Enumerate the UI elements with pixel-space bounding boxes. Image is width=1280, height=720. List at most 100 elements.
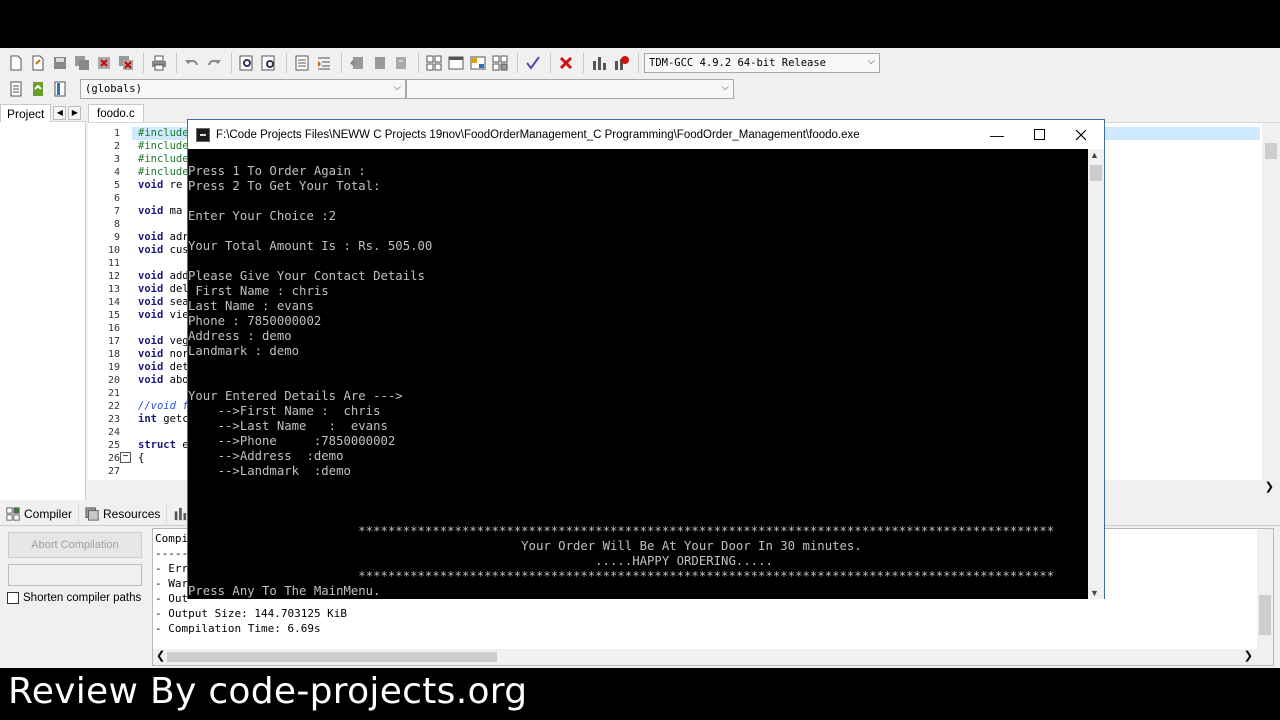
line-number: 27 bbox=[107, 466, 120, 477]
watermark-caption: Review By code-projects.org bbox=[8, 671, 528, 712]
log-line: - Output Size: 144.703125 KiB bbox=[155, 607, 348, 620]
insert-icon[interactable] bbox=[6, 79, 26, 99]
tab-scroll-left-icon[interactable]: ◀ bbox=[53, 105, 67, 120]
redo-icon[interactable] bbox=[204, 53, 224, 73]
members-select[interactable]: ⌵ bbox=[406, 79, 734, 99]
find-icon[interactable] bbox=[237, 53, 257, 73]
save-all-icon[interactable] bbox=[72, 53, 92, 73]
abort-compilation-button[interactable]: Abort Compilation bbox=[8, 532, 142, 558]
scroll-up-icon[interactable]: ▲ bbox=[1090, 150, 1099, 160]
compiler-select[interactable]: TDM-GCC 4.9.2 64-bit Release ⌵ bbox=[644, 53, 880, 73]
close-all-icon[interactable] bbox=[116, 53, 136, 73]
console-title-bar[interactable]: F:\Code Projects Files\NEWW C Projects 1… bbox=[188, 120, 1104, 149]
project-panel[interactable] bbox=[0, 122, 86, 500]
minimize-icon[interactable]: — bbox=[976, 120, 1018, 149]
tab-scroll-right-icon[interactable]: ▶ bbox=[68, 105, 82, 120]
goto-line-icon[interactable] bbox=[292, 53, 312, 73]
bookmark-next-icon[interactable] bbox=[369, 53, 389, 73]
console-line: Enter Your Choice :2 bbox=[188, 209, 337, 223]
scroll-thumb[interactable] bbox=[1259, 595, 1271, 635]
console-vertical-scrollbar[interactable]: ▲ ▼ bbox=[1088, 149, 1104, 599]
code-line: #include bbox=[138, 166, 189, 178]
console-line: ****************************************… bbox=[188, 524, 1055, 538]
code-line: #include bbox=[138, 153, 189, 165]
globals-select[interactable]: (globals) ⌵ bbox=[80, 79, 406, 99]
bookmark-prev-icon[interactable] bbox=[347, 53, 367, 73]
undo-icon[interactable] bbox=[182, 53, 202, 73]
goto-bookmark-icon[interactable] bbox=[50, 79, 70, 99]
scroll-left-icon[interactable]: ❮ bbox=[156, 649, 165, 662]
line-number: 14 bbox=[107, 297, 120, 308]
replace-icon[interactable] bbox=[259, 53, 279, 73]
line-number: 18 bbox=[107, 349, 120, 360]
tab-resources[interactable]: Resources bbox=[79, 502, 168, 525]
toolbar-separator bbox=[341, 53, 342, 73]
console-line: Last Name : evans bbox=[188, 299, 314, 313]
toolbar-separator bbox=[231, 53, 232, 73]
tab-file[interactable]: foodo.c bbox=[88, 104, 144, 122]
console-window[interactable]: F:\Code Projects Files\NEWW C Projects 1… bbox=[187, 119, 1105, 599]
project-options-icon[interactable] bbox=[490, 53, 510, 73]
chevron-down-icon: ⌵ bbox=[393, 82, 401, 93]
stop-icon[interactable] bbox=[556, 53, 576, 73]
close-file-icon[interactable] bbox=[94, 53, 114, 73]
bookmark-toggle-icon[interactable] bbox=[391, 53, 411, 73]
line-number: 8 bbox=[113, 219, 120, 230]
console-line: -->Last Name : evans bbox=[188, 419, 388, 433]
console-output[interactable]: Press 1 To Order Again : Press 2 To Get Y… bbox=[188, 149, 1088, 599]
secondary-toolbar: (globals) ⌵ ⌵ bbox=[0, 76, 1280, 102]
editor-vertical-scrollbar[interactable] bbox=[1262, 123, 1280, 485]
fold-toggle-icon[interactable]: − bbox=[120, 452, 131, 463]
maximize-icon[interactable] bbox=[1018, 120, 1060, 149]
line-number: 5 bbox=[113, 180, 120, 191]
line-number: 16 bbox=[107, 323, 120, 334]
scroll-down-icon[interactable]: ▼ bbox=[1090, 588, 1099, 598]
console-line: Press Any To The MainMenu. bbox=[188, 584, 381, 598]
shorten-paths-option[interactable]: Shorten compiler paths bbox=[7, 592, 141, 604]
class-browser-icon[interactable] bbox=[468, 53, 488, 73]
close-icon[interactable] bbox=[1060, 120, 1102, 149]
resources-icon bbox=[85, 506, 99, 521]
line-number: 12 bbox=[107, 271, 120, 282]
delete-profile-icon[interactable] bbox=[611, 53, 631, 73]
shorten-paths-checkbox[interactable] bbox=[7, 592, 19, 604]
new-project-icon[interactable] bbox=[424, 53, 444, 73]
console-line: Your Order Will Be At Your Door In 30 mi… bbox=[188, 539, 862, 553]
toggle-bookmark-icon[interactable] bbox=[28, 79, 48, 99]
profile-icon[interactable] bbox=[589, 53, 609, 73]
code-line: { bbox=[138, 452, 145, 464]
log-vertical-scrollbar[interactable] bbox=[1257, 529, 1273, 649]
tab-project[interactable]: Project bbox=[0, 103, 52, 122]
code-line: #include bbox=[138, 127, 189, 139]
scroll-thumb[interactable] bbox=[167, 652, 497, 662]
log-horizontal-scrollbar[interactable]: ❮ ❯ bbox=[153, 649, 1273, 665]
save-icon[interactable] bbox=[50, 53, 70, 73]
line-number: 23 bbox=[107, 414, 120, 425]
tab-compiler[interactable]: Compiler bbox=[0, 502, 80, 525]
console-line: Press 1 To Order Again : bbox=[188, 164, 366, 178]
toolbar-separator bbox=[286, 53, 287, 73]
code-line: void adr bbox=[138, 231, 189, 243]
scroll-thumb[interactable] bbox=[1090, 165, 1102, 181]
code-line: int getc bbox=[138, 413, 189, 425]
scroll-thumb[interactable] bbox=[1265, 143, 1277, 159]
print-icon[interactable] bbox=[149, 53, 169, 73]
chart-icon bbox=[173, 507, 187, 521]
scroll-right-icon[interactable]: ❯ bbox=[1265, 480, 1274, 493]
new-file-icon[interactable] bbox=[6, 53, 26, 73]
open-file-icon[interactable] bbox=[28, 53, 48, 73]
scroll-right-icon[interactable]: ❯ bbox=[1244, 649, 1253, 662]
console-line: .....HAPPY ORDERING..... bbox=[188, 554, 773, 568]
window-icon[interactable] bbox=[446, 53, 466, 73]
console-line: First Name : chris bbox=[188, 284, 329, 298]
check-syntax-icon[interactable] bbox=[523, 53, 543, 73]
indent-icon[interactable] bbox=[314, 53, 334, 73]
code-line: void sea bbox=[138, 296, 189, 308]
chevron-down-icon: ⌵ bbox=[721, 82, 729, 93]
